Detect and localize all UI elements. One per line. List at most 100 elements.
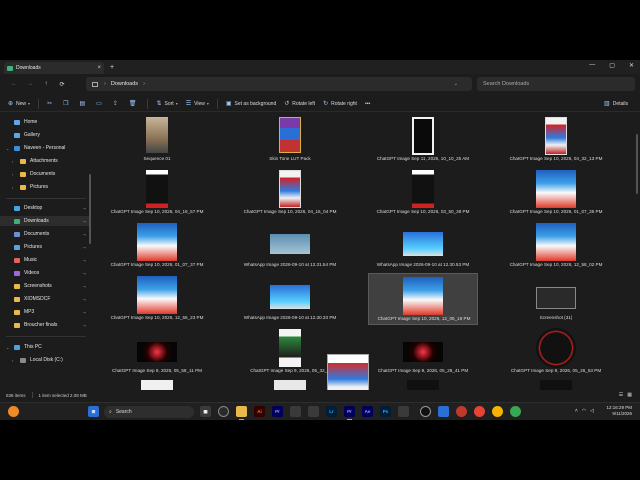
sidebar-item-attachments[interactable]: › Attachments [0, 156, 90, 166]
file-item[interactable]: WhatsApp Image 2026-09-10 at 12.30.53 PM [368, 220, 478, 272]
file-item[interactable]: Screenshot (31) [501, 273, 611, 325]
pin-icon[interactable]: ⊸ [83, 245, 86, 250]
sidebar-item-desktop[interactable]: Desktop ⊸ [0, 203, 90, 213]
share-button[interactable]: ⇪ [109, 98, 125, 110]
app-icon[interactable] [456, 406, 467, 417]
up-button[interactable]: ↑ [38, 81, 54, 87]
app-icon[interactable] [290, 406, 301, 417]
task-view-icon[interactable]: ▣ [200, 406, 211, 417]
photoshop-icon[interactable]: Ps [380, 406, 391, 417]
pin-icon[interactable]: ⊸ [83, 271, 86, 276]
sidebar-item-gallery[interactable]: Gallery [0, 130, 90, 140]
more-options-button[interactable]: ••• [361, 98, 374, 110]
paste-button[interactable]: ▤ [75, 98, 92, 110]
after-effects-icon[interactable]: Ae [362, 406, 373, 417]
file-item[interactable]: Sequence 01 [102, 114, 212, 166]
chrome-icon[interactable] [474, 406, 485, 417]
sidebar-item-home[interactable]: Home [0, 117, 90, 127]
delete-button[interactable]: 🗑 [125, 98, 144, 110]
chrome-icon[interactable] [492, 406, 503, 417]
pin-icon[interactable]: ⊸ [83, 219, 86, 224]
minimize-button[interactable]: — [589, 62, 595, 69]
file-item[interactable]: ChatGPT Image Sep 10, 2026, 01_07_35 PM [501, 167, 611, 219]
chevron-right-icon[interactable]: › [12, 358, 13, 363]
pin-icon[interactable]: ⊸ [83, 297, 86, 302]
pin-icon[interactable]: ⊸ [83, 258, 86, 263]
file-item[interactable]: ChatGPT Image Sep 10, 2026, 12_58_02 PM [501, 220, 611, 272]
file-item[interactable]: WhatsApp Image 2026-09-10 at 12.31.54 PM [235, 220, 345, 272]
file-item[interactable]: ChatGPT Image Sep 9, 2026, 05_58_11 PM [102, 326, 212, 378]
refresh-button[interactable]: ⟳ [54, 81, 70, 88]
back-button[interactable]: ← [6, 81, 22, 87]
file-item[interactable]: ChatGPT Image Sep 9, 2026, 05_28_41 PM [368, 326, 478, 378]
file-item[interactable]: WhatsApp Image 2026-09-10 at 12.30.33 PM [235, 273, 345, 325]
weather-icon[interactable] [8, 406, 19, 417]
app-icon[interactable] [438, 406, 449, 417]
rotate-right-button[interactable]: ↻ Rotate right [319, 98, 361, 110]
details-view-icon[interactable]: ☰ [619, 392, 623, 398]
premiere-icon[interactable]: Pr [344, 406, 355, 420]
sidebar-item-mp3[interactable]: MP3 ⊸ [0, 307, 90, 317]
file-explorer-icon[interactable] [236, 406, 247, 420]
address-field[interactable]: › Downloads › ⌄ [86, 77, 472, 91]
sidebar-item-xiomsdcf[interactable]: XIOMSDCF ⊸ [0, 294, 90, 304]
chevron-down-icon[interactable]: ⌄ [6, 345, 9, 350]
new-tab-button[interactable]: + [110, 64, 114, 71]
tab-downloads[interactable]: Downloads × [4, 62, 104, 74]
view-button[interactable]: ☰ View ▾ [182, 98, 213, 110]
start-button[interactable]: ⊞ [88, 406, 99, 417]
file-item[interactable]: Skin Tone LUT Pack [235, 114, 345, 166]
copy-button[interactable]: ❐ [59, 98, 75, 110]
chevron-down-icon[interactable]: ⌄ [454, 81, 458, 87]
premiere-icon[interactable]: Pr [272, 406, 283, 417]
sidebar-item-documents[interactable]: Documents ⊸ [0, 229, 90, 239]
file-item[interactable]: ChatGPT Image Sep 11, 2026, 10_10_25 AM [368, 114, 478, 166]
set-as-background-button[interactable]: ▣ Set as background [222, 98, 280, 110]
close-tab-icon[interactable]: × [97, 65, 101, 71]
app-icon[interactable] [218, 406, 229, 417]
file-item[interactable]: ChatGPT Image Sep 10, 2026, 03_50_38 PM [368, 167, 478, 219]
sidebar-item-videos[interactable]: Videos ⊸ [0, 268, 90, 278]
file-item[interactable]: ChatGPT Image Sep 10, 2026, 12_55_23 PM [102, 273, 212, 325]
chevron-right-icon[interactable]: › [12, 185, 13, 190]
sidebar-item-downloads[interactable]: Downloads ⊸ [0, 216, 90, 226]
file-item[interactable]: ChatGPT Image Sep 10, 2026, 04_32_13 PM [501, 114, 611, 166]
sidebar-item-local-disk[interactable]: › Local Disk (C:) [0, 355, 90, 365]
sidebar-item-broucher-finals[interactable]: Broucher finals ⊸ [0, 320, 90, 330]
sidebar-scrollbar[interactable] [89, 174, 91, 244]
pin-icon[interactable]: ⊸ [83, 232, 86, 237]
tiles-view-icon[interactable]: ▦ [627, 392, 632, 398]
forward-button[interactable]: → [22, 81, 38, 87]
chevron-up-icon[interactable]: ˄ [575, 408, 578, 414]
maximize-button[interactable]: ▢ [609, 62, 615, 69]
file-item[interactable]: ChatGPT Image Sep 10, 2026, 04_16_04 PM [235, 167, 345, 219]
details-pane-button[interactable]: ▥ Details [600, 98, 632, 110]
illustrator-icon[interactable]: Ai [254, 406, 265, 417]
sidebar-item-pictures[interactable]: Pictures ⊸ [0, 242, 90, 252]
pin-icon[interactable]: ⊸ [83, 310, 86, 315]
unreal-icon[interactable] [420, 406, 431, 417]
chrome-icon[interactable] [510, 406, 521, 417]
taskbar-search[interactable]: ⌕ Search [104, 406, 194, 418]
close-window-button[interactable]: ✕ [629, 62, 634, 69]
sort-button[interactable]: ⇅ Sort ▾ [152, 98, 181, 110]
search-input[interactable]: Search Downloads [477, 77, 635, 91]
pin-icon[interactable]: ⊸ [83, 323, 86, 328]
pin-icon[interactable]: ⊸ [83, 284, 86, 289]
sidebar-item-music[interactable]: Music ⊸ [0, 255, 90, 265]
content-scrollbar[interactable] [636, 134, 638, 194]
rename-button[interactable]: ▭ [92, 98, 109, 110]
pin-icon[interactable]: ⊸ [83, 206, 86, 211]
app-icon[interactable] [398, 406, 409, 417]
app-icon[interactable] [308, 406, 319, 417]
file-item[interactable]: ChatGPT Image Sep 9, 2026, 05_26_53 PM [501, 326, 611, 378]
chevron-down-icon[interactable]: ⌄ [6, 146, 9, 151]
sidebar-item-this-pc[interactable]: ⌄ This PC [0, 342, 90, 352]
new-button[interactable]: ⊕ New ▾ [4, 98, 34, 110]
sidebar-item-screenshots[interactable]: Screenshots ⊸ [0, 281, 90, 291]
lightroom-icon[interactable]: Lr [326, 406, 337, 417]
chevron-right-icon[interactable]: › [12, 172, 13, 177]
file-item[interactable]: ChatGPT Image Sep 10, 2026, 04_19_57 PM [102, 167, 212, 219]
cut-button[interactable]: ✂ [43, 98, 59, 110]
sidebar-item-pictures-onedrive[interactable]: › Pictures [0, 182, 90, 192]
